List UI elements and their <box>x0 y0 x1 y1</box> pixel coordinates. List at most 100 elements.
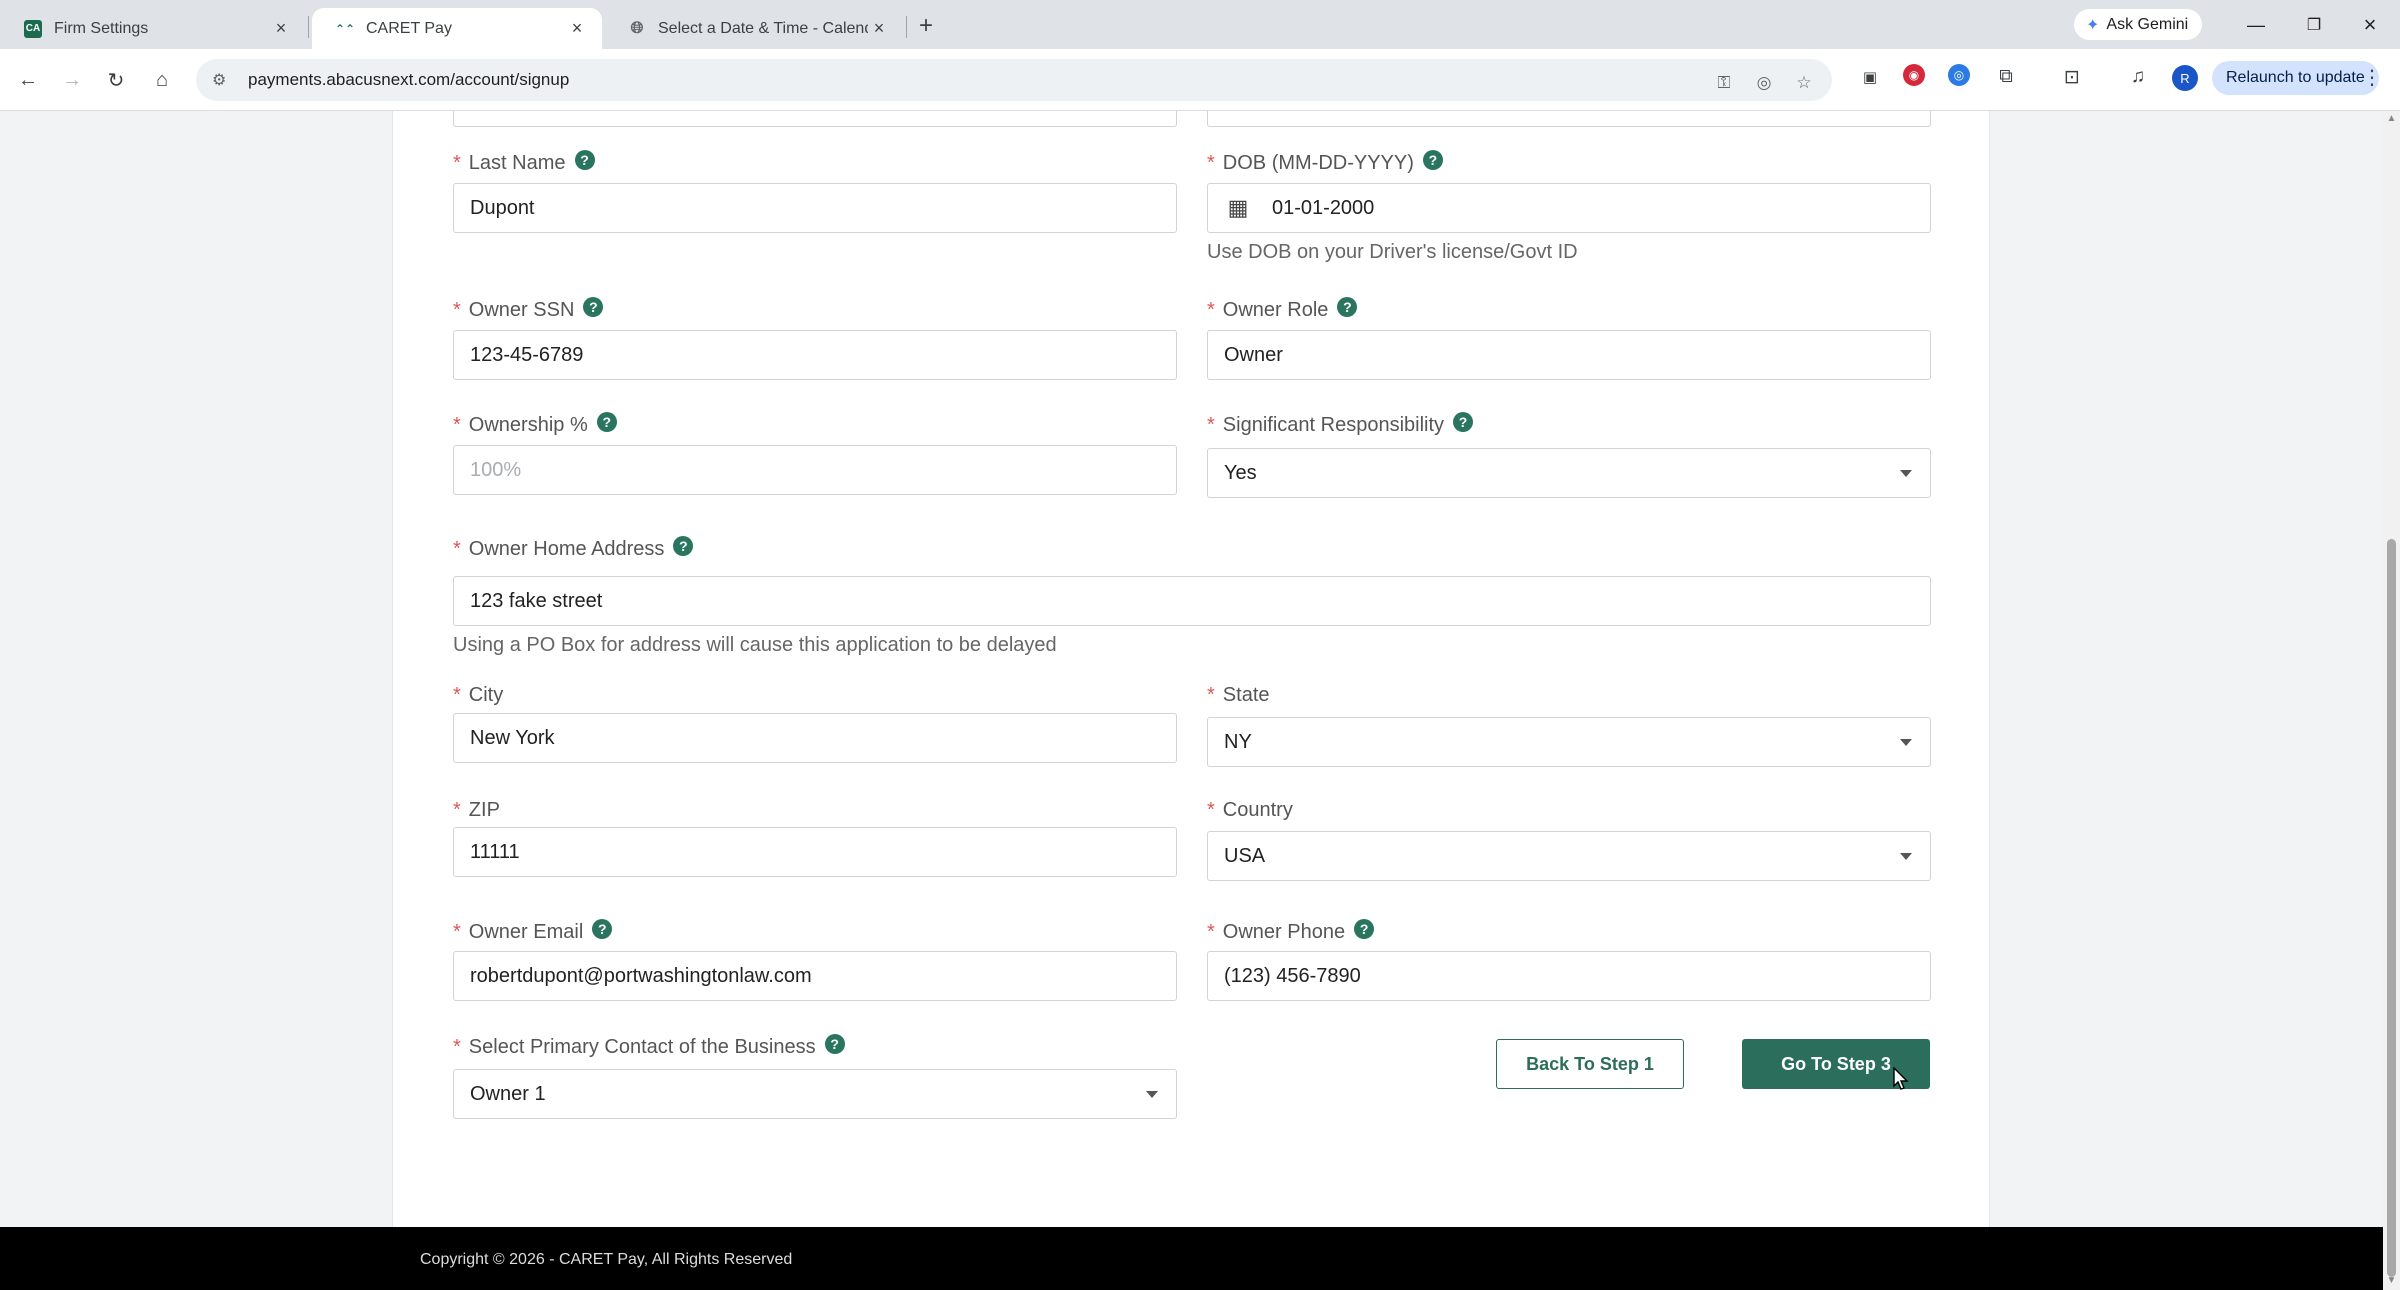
close-icon[interactable]: × <box>566 18 588 40</box>
label-text: Owner SSN <box>468 299 575 321</box>
password-key-icon[interactable]: ⚿ <box>1712 71 1736 95</box>
label-text: Country <box>1222 799 1293 821</box>
bookmark-star-icon[interactable]: ☆ <box>1792 71 1816 95</box>
help-icon[interactable]: ? <box>1453 411 1474 432</box>
page-scrollbar[interactable]: ▲ ▼ <box>2383 111 2400 1290</box>
significant-responsibility-label: * Significant Responsibility? <box>1207 411 1474 437</box>
home-address-label: * Owner Home Address? <box>453 535 694 561</box>
input-value: 11111 <box>470 840 520 863</box>
tracking-eye-icon[interactable]: ◎ <box>1752 71 1776 95</box>
site-info-icon[interactable]: ⚙ <box>212 70 234 90</box>
tab-caret-pay[interactable]: ⌃⌃ CARET Pay × <box>312 8 602 49</box>
calendar-icon[interactable]: ▦ <box>1226 195 1250 220</box>
page-viewport: * Last Name? Dupont * DOB (MM-DD-YYYY)? ▦ 0… <box>0 111 2383 1290</box>
state-select[interactable]: NY <box>1207 717 1931 767</box>
owner-phone-input[interactable]: (123) 456-7890 <box>1207 951 1931 1001</box>
ask-gemini-button[interactable]: ✦ Ask Gemini <box>2074 9 2203 40</box>
country-select[interactable]: USA <box>1207 831 1931 881</box>
browser-toolbar: ← → ↻ ⌂ ⚙ payments.abacusnext.com/accoun… <box>0 49 2400 111</box>
media-control-icon[interactable]: ♫ <box>2124 63 2152 91</box>
input-value: New York <box>470 726 555 749</box>
select-value: Yes <box>1224 461 1257 484</box>
copyright-text: Copyright © 2026 - CARET Pay, All Rights… <box>420 1251 793 1268</box>
owner-role-input[interactable]: Owner <box>1207 330 1931 380</box>
label-text: Significant Responsibility <box>1222 414 1445 436</box>
relaunch-button[interactable]: Relaunch to update <box>2212 61 2379 95</box>
owner-email-input[interactable]: robertdupont@portwashingtonlaw.com <box>453 951 1177 1001</box>
back-to-step-1-button[interactable]: Back To Step 1 <box>1496 1039 1684 1089</box>
caret-favicon-icon: ⌃⌃ <box>334 21 356 36</box>
tab-calendly[interactable]: 🌐︎ Select a Date & Time - Calendly × <box>604 8 904 49</box>
country-label: * Country <box>1207 799 1293 822</box>
help-icon[interactable]: ? <box>592 918 613 939</box>
close-icon[interactable]: × <box>868 18 890 40</box>
zip-label: * ZIP <box>453 799 500 822</box>
help-icon[interactable]: ? <box>1422 149 1443 170</box>
city-input[interactable]: New York <box>453 713 1177 763</box>
help-icon[interactable]: ? <box>583 296 604 317</box>
select-value: USA <box>1224 844 1266 867</box>
ownership-input[interactable]: 100% <box>453 445 1177 495</box>
extension-pdf-icon[interactable]: ▣ <box>1856 63 1884 91</box>
menu-kebab-icon[interactable]: ⋮ <box>2362 65 2382 90</box>
help-icon[interactable]: ? <box>1354 918 1375 939</box>
extension-blue-icon[interactable]: ◎ <box>1948 64 1970 86</box>
reload-icon[interactable]: ↻ <box>100 64 132 96</box>
home-address-input[interactable]: 123 fake street <box>453 576 1931 626</box>
label-text: ZIP <box>468 799 500 821</box>
dob-input[interactable]: ▦ 01-01-2000 <box>1207 183 1931 233</box>
back-arrow-icon[interactable]: ← <box>12 64 44 96</box>
owner-email-label: * Owner Email? <box>453 918 613 944</box>
restore-icon[interactable]: ❐ <box>2294 10 2334 40</box>
last-name-input[interactable]: Dupont <box>453 183 1177 233</box>
help-icon[interactable]: ? <box>673 535 694 556</box>
required-mark: * <box>1207 799 1215 821</box>
extensions-puzzle-icon[interactable]: ⧉ <box>1992 63 2020 91</box>
input-value: robertdupont@portwashingtonlaw.com <box>470 964 812 987</box>
label-text: DOB (MM-DD-YYYY) <box>1222 152 1414 174</box>
window-close-icon[interactable]: × <box>2350 10 2390 40</box>
label-text: Owner Email <box>468 921 584 943</box>
forward-arrow-icon[interactable]: → <box>56 64 88 96</box>
address-bar[interactable]: ⚙ payments.abacusnext.com/account/signup… <box>196 59 1832 101</box>
label-text: Owner Role <box>1222 299 1329 321</box>
required-mark: * <box>1207 684 1215 706</box>
select-value: Owner 1 <box>470 1082 546 1105</box>
mouse-cursor-icon <box>1893 1067 1909 1090</box>
scroll-down-icon[interactable]: ▼ <box>2386 1275 2397 1286</box>
minimize-icon[interactable]: — <box>2236 10 2276 40</box>
help-icon[interactable]: ? <box>824 1033 845 1054</box>
tab-separator <box>906 16 907 38</box>
profile-avatar[interactable]: R <box>2172 65 2198 91</box>
label-text: City <box>468 684 504 706</box>
help-icon[interactable]: ? <box>574 149 595 170</box>
chevron-down-icon <box>1900 853 1912 860</box>
tab-firm-settings[interactable]: CA Firm Settings × <box>0 8 306 49</box>
middle-name-input[interactable] <box>1207 111 1931 127</box>
owner-ssn-input[interactable]: 123-45-6789 <box>453 330 1177 380</box>
required-mark: * <box>1207 152 1215 174</box>
help-icon[interactable]: ? <box>596 411 617 432</box>
close-icon[interactable]: × <box>270 18 292 40</box>
input-value: 01-01-2000 <box>1272 196 1375 219</box>
input-value: 123-45-6789 <box>470 343 584 366</box>
input-placeholder: 100% <box>470 458 522 481</box>
extension-red-icon[interactable]: ◉ <box>1903 64 1925 86</box>
scrollbar-thumb[interactable] <box>2387 539 2396 1277</box>
tab-search-icon[interactable]: ⊡ <box>2058 63 2086 91</box>
home-icon[interactable]: ⌂ <box>146 64 178 96</box>
scroll-up-icon[interactable]: ▲ <box>2386 113 2397 124</box>
dob-label: * DOB (MM-DD-YYYY)? <box>1207 149 1443 175</box>
ownership-label: * Ownership %? <box>453 411 617 437</box>
chevron-down-icon <box>1900 739 1912 746</box>
help-icon[interactable]: ? <box>1337 296 1358 317</box>
new-tab-button[interactable]: + <box>912 12 940 40</box>
required-mark: * <box>453 299 461 321</box>
dob-hint: Use DOB on your Driver's license/Govt ID <box>1207 241 1578 263</box>
required-mark: * <box>453 921 461 943</box>
significant-responsibility-select[interactable]: Yes <box>1207 448 1931 498</box>
home-address-hint: Using a PO Box for address will cause th… <box>453 634 1057 656</box>
primary-contact-select[interactable]: Owner 1 <box>453 1069 1177 1119</box>
first-name-input[interactable] <box>453 111 1177 127</box>
zip-input[interactable]: 11111 <box>453 827 1177 877</box>
